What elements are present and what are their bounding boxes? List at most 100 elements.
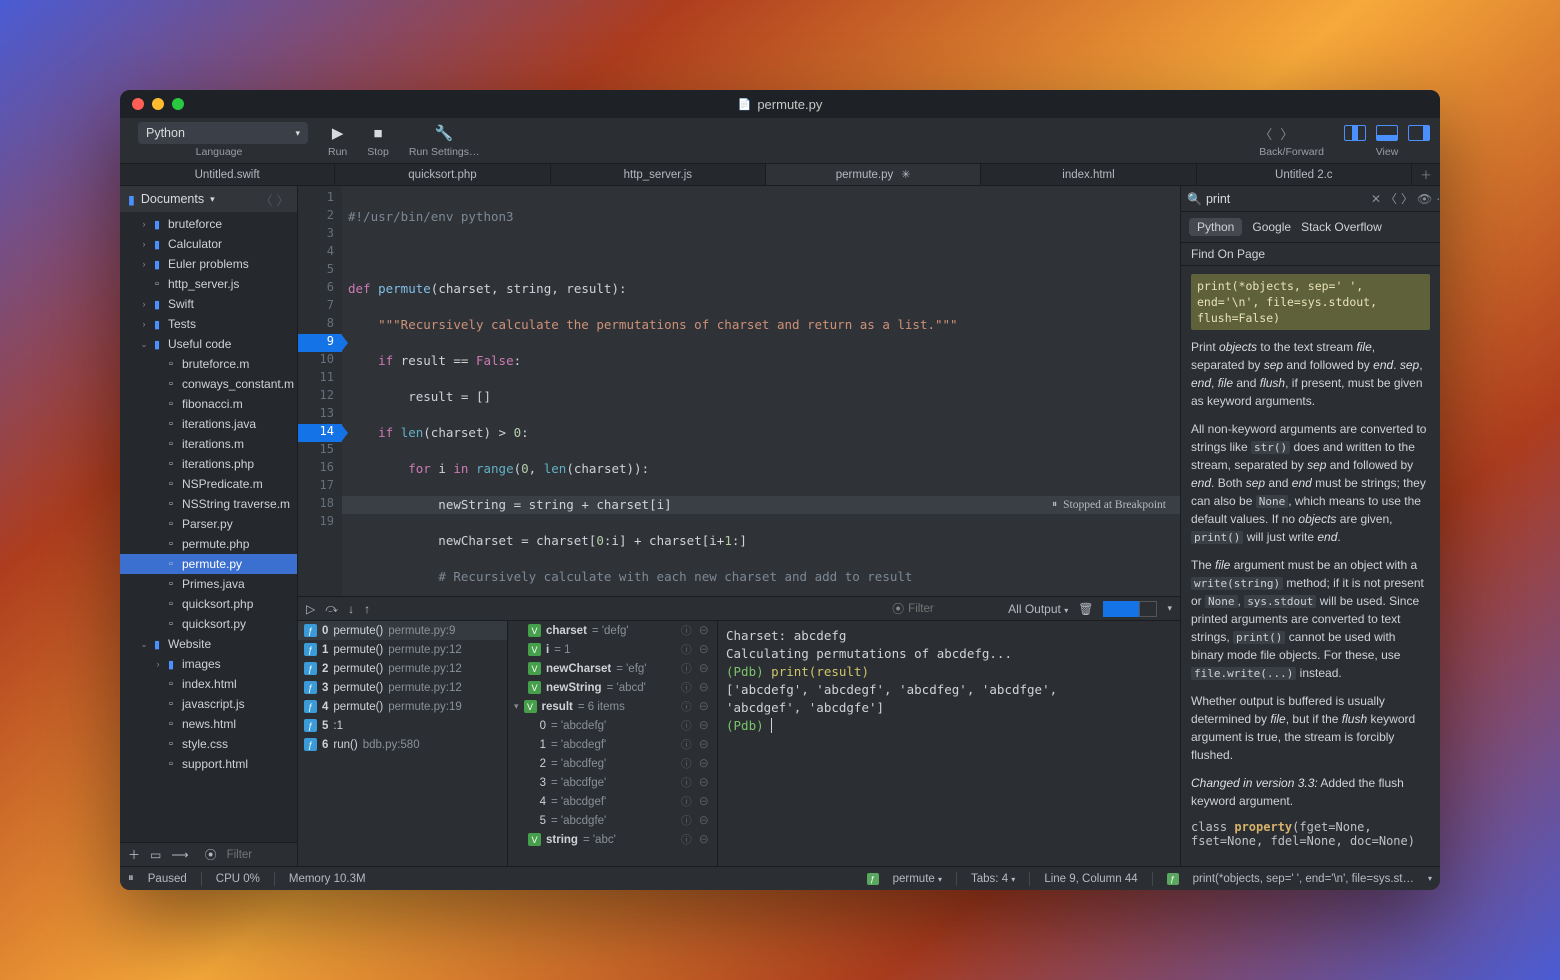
variable-row[interactable]: VnewCharset = 'efg'ⓘ ⊖	[508, 659, 717, 678]
chevron-down-icon[interactable]: ▾	[1167, 603, 1172, 614]
tree-folder[interactable]: ›▮images	[120, 654, 297, 674]
variable-row[interactable]: 0 = 'abcdefg'ⓘ ⊖	[508, 716, 717, 735]
tree-file[interactable]: ▫NSPredicate.m	[120, 474, 297, 494]
new-file-button[interactable]: ＋	[128, 846, 140, 863]
tree-folder[interactable]: ›▮Swift	[120, 294, 297, 314]
language-dropdown[interactable]: Python▾	[138, 122, 308, 144]
eye-icon[interactable]: 👁	[1417, 192, 1432, 206]
variable-row[interactable]: 4 = 'abcdgef'ⓘ ⊖	[508, 792, 717, 811]
editor-gutter[interactable]: 123 456 78 9 101112 13 14 151617 1819	[298, 186, 342, 596]
tree-file[interactable]: ▫iterations.m	[120, 434, 297, 454]
tree-folder[interactable]: ›▮Tests	[120, 314, 297, 334]
run-settings-button[interactable]: 🔧	[435, 124, 454, 142]
tree-file[interactable]: ▫http_server.js	[120, 274, 297, 294]
tab-active[interactable]: permute.py✳︎	[766, 164, 981, 185]
tab[interactable]: index.html	[981, 164, 1196, 185]
tree-file[interactable]: ▫news.html	[120, 714, 297, 734]
stack-frame[interactable]: ƒ1 permute() permute.py:12	[298, 640, 507, 659]
search-icon: 🔍	[1187, 192, 1202, 206]
sidebar-forward-button[interactable]: 〉	[276, 190, 289, 209]
stack-frame[interactable]: ƒ6 run() bdb.py:580	[298, 735, 507, 754]
tree-file[interactable]: ▫conways_constant.m	[120, 374, 297, 394]
variable-row[interactable]: ▾Vresult = 6 itemsⓘ ⊖	[508, 697, 717, 716]
continue-button[interactable]: ▷	[306, 602, 315, 616]
tree-file[interactable]: ▫style.css	[120, 734, 297, 754]
docs-search-input[interactable]	[1206, 192, 1367, 206]
variables[interactable]: Vcharset = 'defg'ⓘ ⊖Vi = 1ⓘ ⊖VnewCharset…	[508, 621, 718, 866]
source-google[interactable]: Google	[1252, 218, 1291, 236]
new-tab-button[interactable]: ＋	[1412, 164, 1440, 185]
variable-row[interactable]: VnewString = 'abcd'ⓘ ⊖	[508, 678, 717, 697]
tree-folder[interactable]: ›▮bruteforce	[120, 214, 297, 234]
variable-row[interactable]: Vcharset = 'defg'ⓘ ⊖	[508, 621, 717, 640]
tree-file[interactable]: ▫support.html	[120, 754, 297, 774]
debug-filter-input[interactable]	[908, 603, 998, 615]
stack-frame[interactable]: ƒ5 :1	[298, 716, 507, 735]
step-into-button[interactable]: ↓	[348, 602, 354, 616]
action-button[interactable]: ⟶	[171, 848, 188, 862]
tree-file[interactable]: ▫index.html	[120, 674, 297, 694]
clear-search-button[interactable]: ✕	[1371, 192, 1381, 206]
pause-icon[interactable]: ⏸	[128, 872, 134, 885]
tab[interactable]: Untitled 2.c	[1197, 164, 1412, 185]
nav-forward-button[interactable]: 〉	[1280, 124, 1293, 143]
search-next-button[interactable]: 〉	[1401, 190, 1413, 207]
variable-row[interactable]: 3 = 'abcdfge'ⓘ ⊖	[508, 773, 717, 792]
debug-console[interactable]: Charset: abcdefgCalculating permutations…	[718, 621, 1180, 866]
stop-button[interactable]: ■	[374, 125, 383, 142]
tab[interactable]: Untitled.swift	[120, 164, 335, 185]
tree-file[interactable]: ▫NSString traverse.m	[120, 494, 297, 514]
tree-folder[interactable]: ⌄▮Useful code	[120, 334, 297, 354]
toggle-bottom-panel-button[interactable]	[1376, 125, 1398, 141]
toggle-left-panel-button[interactable]	[1344, 125, 1366, 141]
tab[interactable]: http_server.js	[551, 164, 766, 185]
call-stack[interactable]: ƒ0 permute() permute.py:9ƒ1 permute() pe…	[298, 621, 508, 866]
source-stackoverflow[interactable]: Stack Overflow	[1301, 218, 1382, 236]
variable-row[interactable]: Vi = 1ⓘ ⊖	[508, 640, 717, 659]
code-editor[interactable]: 123 456 78 9 101112 13 14 151617 1819 #!…	[298, 186, 1180, 596]
sidebar-back-button[interactable]: 〈	[260, 190, 273, 209]
panel-layout-segmented[interactable]	[1103, 601, 1157, 617]
search-prev-button[interactable]: 〈	[1385, 190, 1397, 207]
tree-file[interactable]: ▫quicksort.php	[120, 594, 297, 614]
tree-file[interactable]: ▫javascript.js	[120, 694, 297, 714]
step-over-button[interactable]: ⤼	[325, 601, 338, 616]
tree-file[interactable]: ▫permute.py	[120, 554, 297, 574]
source-python[interactable]: Python	[1189, 218, 1242, 236]
tree-file[interactable]: ▫Parser.py	[120, 514, 297, 534]
tree-file[interactable]: ▫quicksort.py	[120, 614, 297, 634]
variable-row[interactable]: Vstring = 'abc'ⓘ ⊖	[508, 830, 717, 849]
tree-file[interactable]: ▫fibonacci.m	[120, 394, 297, 414]
new-folder-button[interactable]: ▭	[150, 848, 161, 862]
step-out-button[interactable]: ↑	[364, 602, 370, 616]
tab[interactable]: quicksort.php	[335, 164, 550, 185]
tree-file[interactable]: ▫permute.php	[120, 534, 297, 554]
clear-button[interactable]: 🗑	[1078, 602, 1093, 616]
tree-file[interactable]: ▫bruteforce.m	[120, 354, 297, 374]
variable-row[interactable]: 1 = 'abcdegf'ⓘ ⊖	[508, 735, 717, 754]
output-selector[interactable]: All Output ▾	[1008, 602, 1068, 616]
tree-file[interactable]: ▫Primes.java	[120, 574, 297, 594]
tree-file[interactable]: ▫iterations.java	[120, 414, 297, 434]
nav-back-button[interactable]: 〈	[1259, 124, 1272, 143]
status-signature[interactable]: print(*objects, sep=' ', end='\n', file=…	[1193, 873, 1414, 885]
variable-row[interactable]: 5 = 'abcdgfe'ⓘ ⊖	[508, 811, 717, 830]
tree-folder[interactable]: ⌄▮Website	[120, 634, 297, 654]
status-symbol[interactable]: permute ▾	[893, 873, 942, 885]
find-on-page[interactable]: Find On Page	[1181, 243, 1440, 266]
stack-frame[interactable]: ƒ2 permute() permute.py:12	[298, 659, 507, 678]
tree-file[interactable]: ▫iterations.php	[120, 454, 297, 474]
variable-row[interactable]: 2 = 'abcdfeg'ⓘ ⊖	[508, 754, 717, 773]
stack-frame[interactable]: ƒ3 permute() permute.py:12	[298, 678, 507, 697]
status-tabs[interactable]: Tabs: 4 ▾	[971, 873, 1015, 885]
tree-folder[interactable]: ›▮Euler problems	[120, 254, 297, 274]
stack-frame[interactable]: ƒ4 permute() permute.py:19	[298, 697, 507, 716]
tree-folder[interactable]: ›▮Calculator	[120, 234, 297, 254]
run-button[interactable]: ▶	[332, 124, 344, 142]
code-area[interactable]: #!/usr/bin/env python3 def permute(chars…	[342, 186, 1180, 596]
toggle-right-panel-button[interactable]	[1408, 125, 1430, 141]
sidebar-header[interactable]: ▮ Documents ▾ 〈 〉	[120, 186, 297, 212]
stack-frame[interactable]: ƒ0 permute() permute.py:9	[298, 621, 507, 640]
file-tree: ›▮bruteforce›▮Calculator›▮Euler problems…	[120, 212, 297, 842]
more-button[interactable]: ⋯	[1436, 192, 1440, 206]
